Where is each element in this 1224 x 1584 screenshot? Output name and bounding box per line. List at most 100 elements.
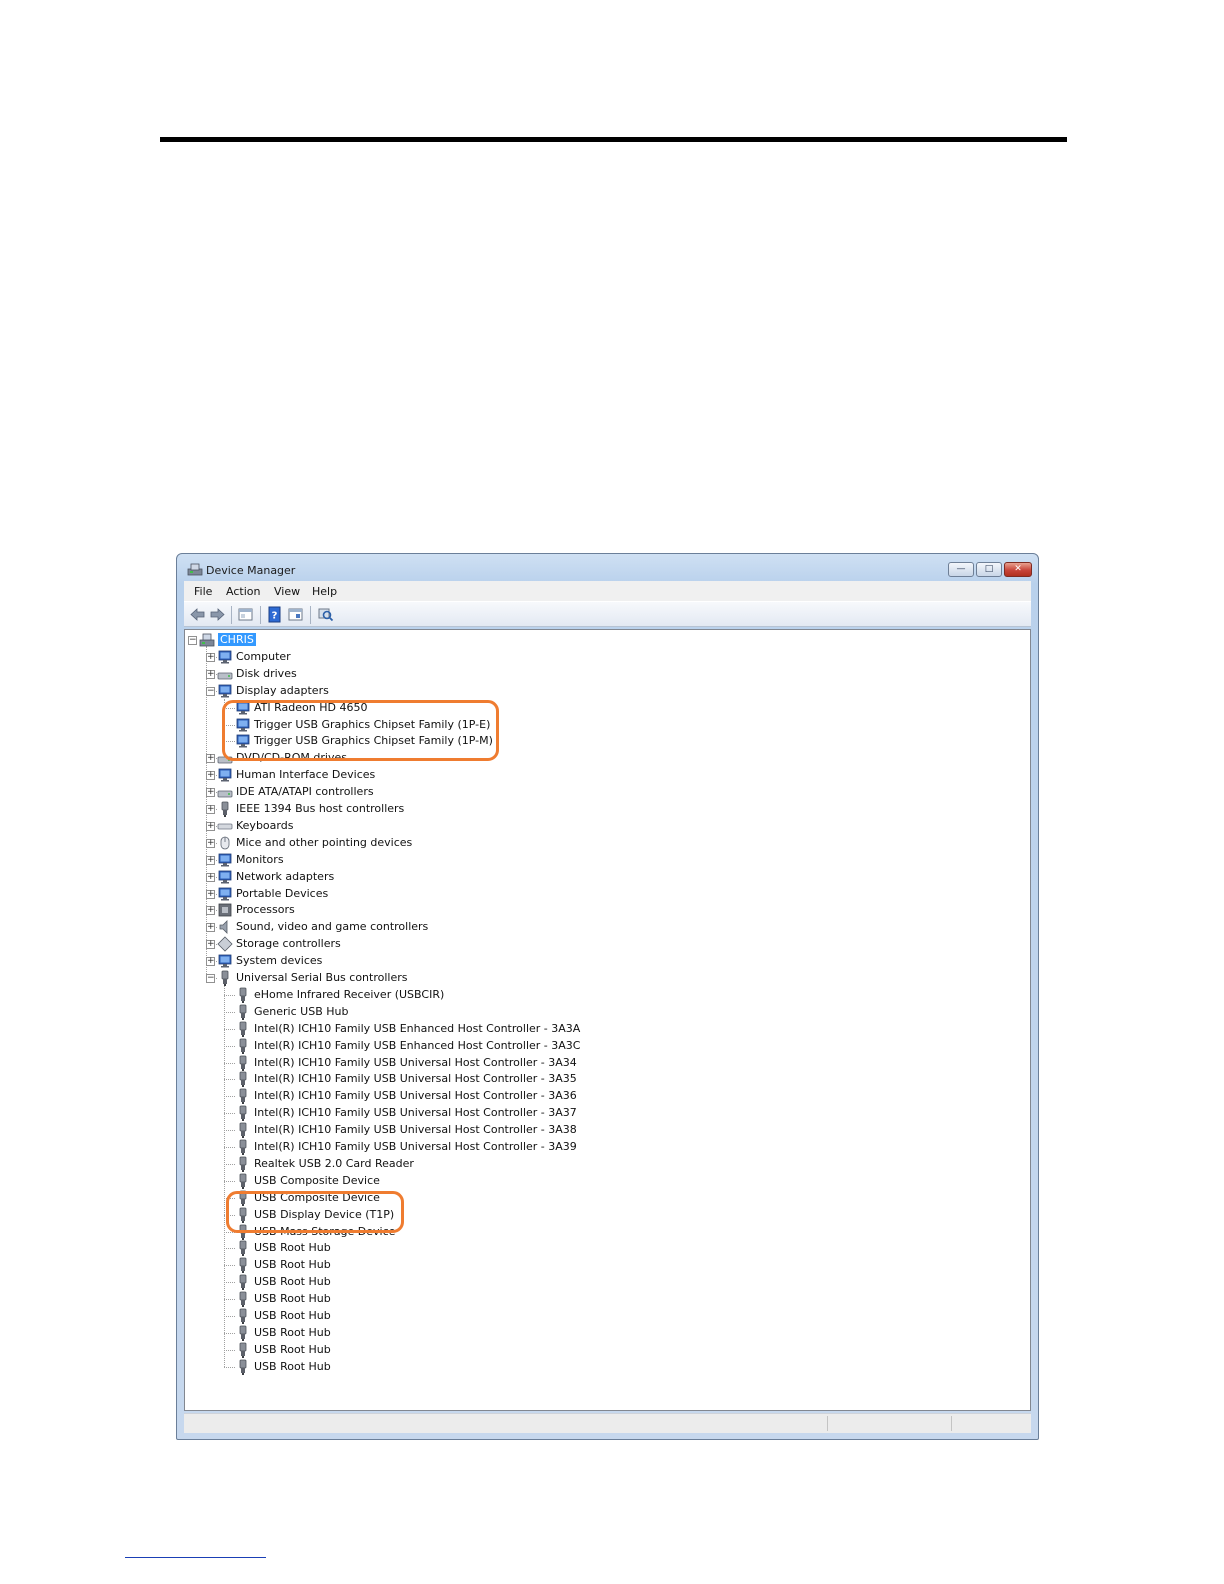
tree-category[interactable]: + Portable Devices — [185, 886, 1030, 902]
tree-category[interactable]: + Storage controllers — [185, 936, 1030, 952]
usb-plug-icon — [235, 1139, 251, 1155]
tree-item-label: Sound, video and game controllers — [236, 920, 429, 934]
tree-device[interactable]: Intel(R) ICH10 Family USB Enhanced Host … — [185, 1021, 1030, 1037]
expand-icon[interactable]: + — [206, 838, 215, 848]
expand-icon[interactable]: + — [206, 940, 215, 950]
maximize-button[interactable]: □ — [976, 562, 1002, 577]
menu-view[interactable]: View — [274, 585, 300, 598]
tree-category[interactable]: + Monitors — [185, 852, 1030, 868]
usb-plug-icon — [235, 1071, 251, 1088]
collapse-icon[interactable]: − — [206, 686, 215, 696]
expand-icon[interactable]: + — [206, 855, 215, 865]
expand-icon[interactable]: + — [206, 906, 215, 916]
tree-category[interactable]: + System devices — [185, 953, 1030, 969]
back-arrow-icon[interactable] — [189, 606, 206, 623]
status-bar — [184, 1413, 1031, 1433]
tree-item-label: USB Root Hub — [254, 1359, 331, 1373]
tree-category[interactable]: − Display adapters — [185, 683, 1030, 699]
tree-device[interactable]: USB Root Hub — [185, 1325, 1030, 1341]
tree-category[interactable]: + Computer — [185, 649, 1030, 665]
tree-item-label: IEEE 1394 Bus host controllers — [236, 802, 405, 815]
highlight-usb-display-device — [226, 1191, 404, 1233]
expand-icon[interactable]: + — [206, 669, 215, 679]
expand-icon[interactable]: + — [206, 754, 215, 764]
usb-plug-icon — [235, 1038, 251, 1054]
tree-device[interactable]: Intel(R) ICH10 Family USB Universal Host… — [185, 1122, 1030, 1139]
expand-icon[interactable]: + — [206, 821, 215, 831]
tree-item-label: USB Root Hub — [254, 1275, 331, 1289]
tree-category[interactable]: + Network adapters — [185, 869, 1030, 885]
tree-device[interactable]: USB Composite Device — [185, 1173, 1030, 1189]
menu-action[interactable]: Action — [226, 585, 260, 598]
tree-category[interactable]: + Processors — [185, 902, 1030, 918]
collapse-icon[interactable]: − — [206, 974, 215, 983]
tree-category[interactable]: + Human Interface Devices — [185, 767, 1030, 783]
forward-arrow-icon[interactable] — [209, 606, 226, 623]
tree-device[interactable]: eHome Infrared Receiver (USBCIR) — [185, 987, 1030, 1003]
menu-help[interactable]: Help — [312, 585, 337, 598]
tree-device[interactable]: Realtek USB 2.0 Card Reader — [185, 1156, 1030, 1172]
expand-icon[interactable]: + — [206, 923, 215, 933]
tree-device[interactable]: Generic USB Hub — [185, 1004, 1030, 1020]
ide-controller-icon — [217, 784, 233, 800]
hid-icon — [217, 767, 233, 783]
expand-icon[interactable]: + — [206, 805, 215, 814]
menu-file[interactable]: File — [194, 585, 212, 598]
disk-drive-icon — [217, 666, 233, 682]
expand-icon[interactable]: + — [206, 771, 215, 781]
usb-plug-icon — [235, 1173, 251, 1189]
tree-item-label: IDE ATA/ATAPI controllers — [236, 785, 374, 799]
tree-item-label: CHRIS — [218, 633, 256, 646]
usb-plug-icon — [235, 1055, 251, 1071]
tree-item-label: Intel(R) ICH10 Family USB Enhanced Host … — [254, 1021, 581, 1035]
usb-plug-icon — [235, 1308, 251, 1324]
tree-device[interactable]: Intel(R) ICH10 Family USB Universal Host… — [185, 1088, 1030, 1105]
minimize-button[interactable]: — — [948, 562, 974, 577]
tree-item-label: USB Root Hub — [254, 1325, 331, 1339]
title-bar[interactable]: Device Manager — □ ✕ — [177, 554, 1038, 582]
tree-device[interactable]: USB Root Hub — [185, 1291, 1030, 1308]
tree-item-label: USB Composite Device — [254, 1173, 380, 1187]
tree-root[interactable]: − CHRIS — [185, 632, 1030, 648]
tree-device[interactable]: USB Root Hub — [185, 1240, 1030, 1257]
usb-plug-icon — [235, 1359, 251, 1375]
tree-device[interactable]: USB Root Hub — [185, 1308, 1030, 1324]
tree-device[interactable]: Intel(R) ICH10 Family USB Universal Host… — [185, 1139, 1030, 1155]
expand-icon[interactable]: + — [206, 957, 215, 967]
view-icon[interactable] — [287, 606, 304, 623]
expand-icon[interactable]: + — [206, 872, 215, 882]
status-divider — [951, 1416, 952, 1431]
expand-icon[interactable]: + — [206, 889, 215, 899]
properties-icon[interactable] — [237, 606, 254, 623]
storage-controller-icon — [217, 936, 233, 952]
tree-device[interactable]: Intel(R) ICH10 Family USB Universal Host… — [185, 1071, 1030, 1088]
tree-item-label: Realtek USB 2.0 Card Reader — [254, 1156, 414, 1170]
usb-plug-icon — [235, 1274, 251, 1291]
tree-category[interactable]: + Disk drives — [185, 666, 1030, 682]
tree-category[interactable]: + IDE ATA/ATAPI controllers — [185, 784, 1030, 800]
collapse-icon[interactable]: − — [188, 636, 197, 645]
usb-plug-icon — [235, 1004, 251, 1020]
tree-device[interactable]: USB Root Hub — [185, 1342, 1030, 1358]
tree-category[interactable]: + Keyboards — [185, 818, 1030, 834]
tree-category[interactable]: + Sound, video and game controllers — [185, 919, 1030, 935]
expand-icon[interactable]: + — [206, 788, 215, 798]
usb-plug-icon — [235, 1257, 251, 1274]
tree-item-label: eHome Infrared Receiver (USBCIR) — [254, 987, 445, 1001]
tree-item-label: Intel(R) ICH10 Family USB Enhanced Host … — [254, 1038, 581, 1052]
tree-device[interactable]: USB Root Hub — [185, 1274, 1030, 1291]
tree-category[interactable]: + IEEE 1394 Bus host controllers — [185, 801, 1030, 817]
help-icon[interactable]: ? — [266, 606, 283, 623]
tree-device[interactable]: Intel(R) ICH10 Family USB Universal Host… — [185, 1055, 1030, 1071]
tree-category[interactable]: − Universal Serial Bus controllers — [185, 970, 1030, 986]
tree-device[interactable]: Intel(R) ICH10 Family USB Enhanced Host … — [185, 1038, 1030, 1054]
tree-device[interactable]: USB Root Hub — [185, 1359, 1030, 1375]
close-button[interactable]: ✕ — [1004, 562, 1032, 577]
scan-hardware-icon[interactable] — [317, 606, 334, 623]
tree-device[interactable]: USB Root Hub — [185, 1257, 1030, 1274]
tree-item-label: Generic USB Hub — [254, 1004, 349, 1018]
tree-device[interactable]: Intel(R) ICH10 Family USB Universal Host… — [185, 1105, 1030, 1122]
expand-icon[interactable]: + — [206, 652, 215, 662]
menu-bar: File Action View Help — [184, 581, 1031, 601]
tree-category[interactable]: + Mice and other pointing devices — [185, 835, 1030, 851]
